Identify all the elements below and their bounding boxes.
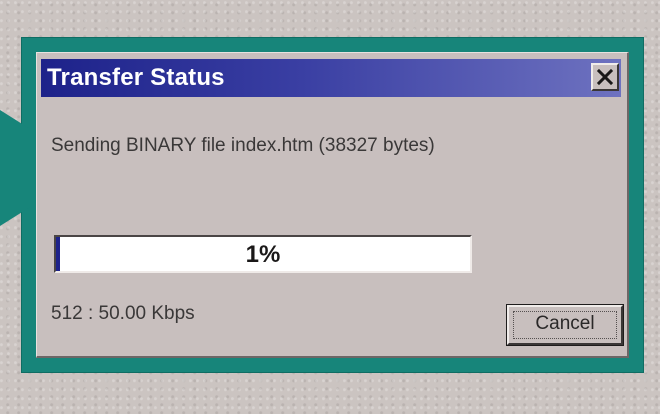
transfer-message: Sending BINARY file index.htm (38327 byt… [51, 135, 435, 156]
progress-percent: 1% [245, 241, 281, 268]
dialog-title: Transfer Status [47, 64, 225, 91]
cancel-button[interactable]: Cancel [506, 304, 624, 346]
transfer-status-dialog: Transfer Status Sending BINARY file inde… [36, 52, 629, 358]
close-button[interactable] [591, 63, 619, 91]
close-x-icon [596, 68, 614, 86]
transfer-rate: 512 : 50.00 Kbps [51, 303, 195, 324]
title-bar[interactable]: Transfer Status [41, 59, 621, 97]
progress-bar: 1% [54, 235, 472, 273]
cancel-button-label: Cancel [535, 313, 595, 334]
